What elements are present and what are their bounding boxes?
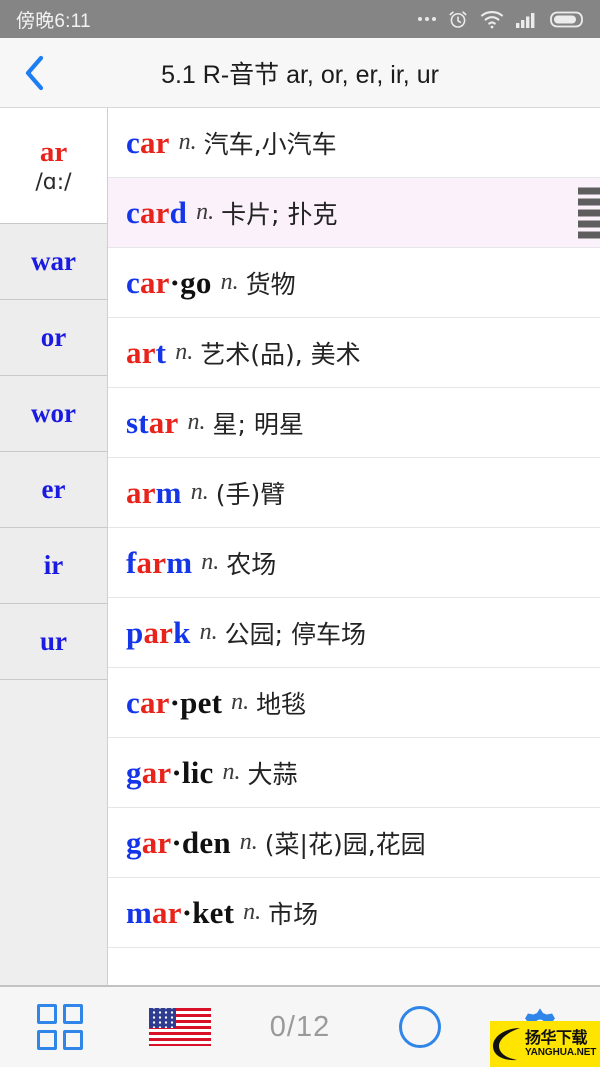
part-of-speech: n.: [190, 479, 209, 505]
word-list[interactable]: car n. 汽车,小汽车 card n. 卡片; 扑克 car·go n. 货物 art n. 艺术…: [108, 108, 600, 985]
part-of-speech: n.: [231, 689, 250, 715]
app-root: 傍晚6:11 5.1 R-音节 ar, or, er, ir, ur ar /ɑ…: [0, 0, 600, 1067]
part-of-speech: n.: [201, 549, 220, 575]
word-text: arm: [126, 474, 182, 510]
word-definition: 市场: [268, 899, 319, 929]
alarm-clock-icon: [449, 11, 467, 28]
wifi-icon: [480, 11, 504, 29]
watermark-en: YANGHUA.NET: [525, 1047, 597, 1058]
more-dots-icon: [418, 17, 436, 21]
sidebar-item-or[interactable]: or: [0, 300, 107, 376]
word-row[interactable]: star n. 星; 明星: [108, 388, 600, 458]
sidebar-item-ar[interactable]: ar/ɑ:/: [0, 108, 107, 224]
word-row[interactable]: art n. 艺术(品), 美术: [108, 318, 600, 388]
sidebar-item-wor[interactable]: wor: [0, 376, 107, 452]
word-text: gar·lic: [126, 754, 214, 790]
word-text: mar·ket: [126, 894, 235, 930]
part-of-speech: n.: [199, 619, 218, 645]
sidebar-item-ur[interactable]: ur: [0, 604, 107, 680]
sidebar-item-label: er: [41, 474, 66, 505]
word-definition: (手)臂: [215, 479, 286, 509]
grid-view-icon: [37, 1004, 83, 1050]
sidebar-item-phonetic: /ɑ:/: [35, 170, 72, 196]
circle-outline-icon: [399, 1006, 441, 1048]
phonics-sidebar: ar/ɑ:/ war or wor er ir ur: [0, 108, 108, 985]
watermark-logo-icon: [490, 1024, 524, 1064]
language-button[interactable]: [120, 987, 240, 1067]
word-row[interactable]: gar·den n. (菜|花)园,花园: [108, 808, 600, 878]
part-of-speech: n.: [220, 269, 239, 295]
word-row[interactable]: mar·ket n. 市场: [108, 878, 600, 948]
part-of-speech: n.: [239, 829, 258, 855]
word-definition: 货物: [245, 269, 296, 299]
word-definition: 农场: [226, 549, 277, 579]
word-text: car·pet: [126, 684, 223, 720]
word-text: art: [126, 334, 167, 370]
word-definition: 公园; 停车场: [224, 619, 366, 649]
sidebar-filler: [0, 680, 107, 985]
word-row[interactable]: card n. 卡片; 扑克: [108, 178, 600, 248]
progress-counter-label: 0/12: [269, 1010, 331, 1043]
word-definition: 大蒜: [247, 759, 298, 789]
word-row[interactable]: car n. 汽车,小汽车: [108, 108, 600, 178]
word-definition: 地毯: [256, 689, 307, 719]
signal-bars-icon: [516, 12, 535, 28]
sidebar-item-label: war: [31, 246, 76, 277]
grid-view-button[interactable]: [0, 987, 120, 1067]
list-tail-spacer: [108, 948, 600, 985]
progress-counter: 0/12: [240, 987, 360, 1067]
sidebar-item-er[interactable]: er: [0, 452, 107, 528]
word-row[interactable]: gar·lic n. 大蒜: [108, 738, 600, 808]
sidebar-item-label: ir: [43, 550, 64, 581]
watermark-text: 扬华下载 YANGHUA.NET: [524, 1030, 596, 1058]
sidebar-item-label: wor: [31, 398, 76, 429]
watermark-cn: 扬华下载: [525, 1028, 588, 1047]
sidebar-item-ir[interactable]: ir: [0, 528, 107, 604]
word-definition: 星; 明星: [212, 409, 304, 439]
content-area: ar/ɑ:/war or wor er ir ur car n. 汽车,小汽车 card n. 卡片…: [0, 108, 600, 985]
page-title: 5.1 R-音节 ar, or, er, ir, ur: [161, 60, 439, 89]
part-of-speech: n.: [178, 129, 197, 155]
word-definition: (菜|花)园,花园: [264, 829, 426, 859]
list-handle-icon[interactable]: [578, 187, 600, 238]
part-of-speech: n.: [187, 409, 206, 435]
status-bar: 傍晚6:11: [0, 0, 600, 38]
word-row[interactable]: park n. 公园; 停车场: [108, 598, 600, 668]
word-row[interactable]: farm n. 农场: [108, 528, 600, 598]
word-text: farm: [126, 544, 193, 580]
bottom-toolbar: 0/12 扬华下载 YANGHUA.NET: [0, 985, 600, 1067]
word-row[interactable]: car·pet n. 地毯: [108, 668, 600, 738]
part-of-speech: n.: [243, 899, 262, 925]
word-row[interactable]: car·go n. 货物: [108, 248, 600, 318]
word-text: car·go: [126, 264, 212, 300]
word-text: star: [126, 404, 179, 440]
status-icon-group: [418, 8, 586, 30]
part-of-speech: n.: [196, 199, 215, 225]
word-text: gar·den: [126, 824, 231, 860]
us-flag-icon: [149, 1008, 211, 1046]
word-row[interactable]: arm n. (手)臂: [108, 458, 600, 528]
sidebar-item-label: ur: [40, 626, 67, 657]
site-watermark: 扬华下载 YANGHUA.NET: [490, 1021, 600, 1067]
chevron-left-icon: [25, 55, 44, 90]
sidebar-item-label: ar: [39, 135, 68, 168]
word-text: card: [126, 194, 188, 230]
back-button[interactable]: [0, 38, 70, 108]
word-text: park: [126, 614, 191, 650]
record-button[interactable]: [360, 987, 480, 1067]
word-text: car: [126, 124, 170, 160]
part-of-speech: n.: [175, 339, 194, 365]
word-definition: 卡片; 扑克: [221, 199, 338, 229]
battery-icon: [550, 11, 583, 27]
word-definition: 艺术(品), 美术: [200, 339, 361, 369]
part-of-speech: n.: [222, 759, 241, 785]
sidebar-item-war[interactable]: war: [0, 224, 107, 300]
word-definition: 汽车,小汽车: [203, 129, 337, 159]
status-time: 傍晚6:11: [16, 10, 91, 32]
app-header: 5.1 R-音节 ar, or, er, ir, ur: [0, 38, 600, 108]
sidebar-item-label: or: [40, 322, 67, 353]
